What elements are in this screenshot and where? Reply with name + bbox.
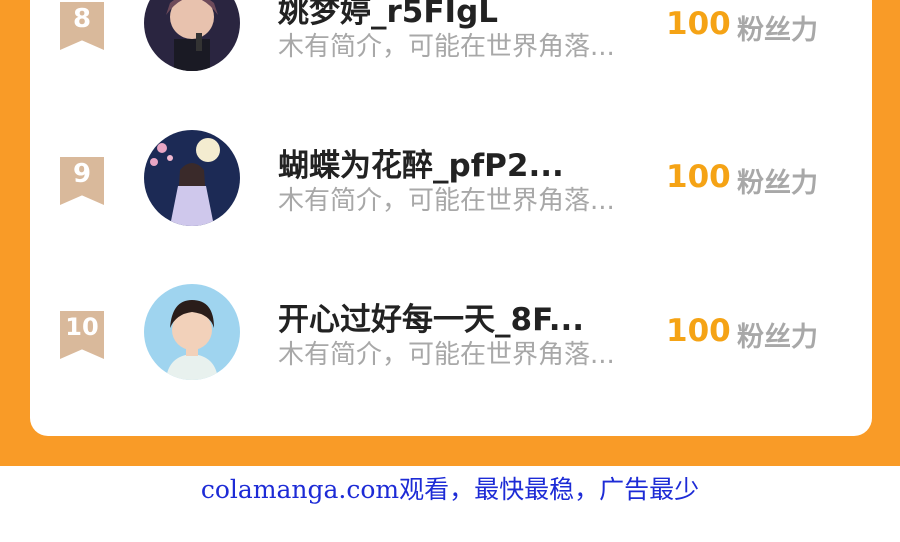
fan-points-label: 粉丝力 bbox=[737, 322, 818, 353]
avatar-image bbox=[144, 284, 240, 380]
avatar[interactable] bbox=[144, 130, 240, 226]
fan-points-label: 粉丝力 bbox=[737, 168, 818, 199]
rank-badge: 10 bbox=[60, 311, 104, 359]
leaderboard-row[interactable]: 10 开心过好每一天_8F... 木有简介，可能在世界角落... 100 粉丝力 bbox=[30, 284, 872, 394]
rank-number: 9 bbox=[72, 159, 92, 189]
user-name[interactable]: 开心过好每一天_8F... bbox=[278, 294, 584, 339]
rank-number: 8 bbox=[72, 4, 92, 34]
fan-points-value: 100 bbox=[666, 313, 731, 349]
user-bio: 木有简介，可能在世界角落... bbox=[278, 340, 615, 370]
fan-points-label: 粉丝力 bbox=[737, 15, 818, 46]
avatar[interactable] bbox=[144, 284, 240, 380]
watermark-text: colamanga.com观看，最快最稳，广告最少 bbox=[200, 475, 700, 504]
user-bio: 木有简介，可能在世界角落... bbox=[278, 32, 615, 62]
leaderboard-row[interactable]: 8 姚梦婷_r5FIgL 木有简介，可能在世界角落... 100 粉丝力 bbox=[30, 0, 872, 90]
fan-points-value: 100 bbox=[666, 6, 731, 42]
fan-points-value: 100 bbox=[666, 159, 731, 195]
rank-badge: 8 bbox=[60, 2, 104, 50]
avatar-image bbox=[144, 0, 240, 71]
avatar[interactable] bbox=[144, 0, 240, 71]
rank-badge: 9 bbox=[60, 157, 104, 205]
user-name[interactable]: 蝴蝶为花醉_pfP2... bbox=[278, 140, 564, 185]
rank-number: 10 bbox=[65, 313, 99, 341]
leaderboard-card: 8 姚梦婷_r5FIgL 木有简介，可能在世界角落... 100 粉丝力 9 蝴… bbox=[30, 0, 872, 436]
footer: colamanga.com观看，最快最稳，广告最少 bbox=[0, 466, 900, 542]
leaderboard-row[interactable]: 9 蝴蝶为花醉_pfP2... 木有简介，可能在世界角落... 100 粉丝力 bbox=[30, 130, 872, 240]
user-bio: 木有简介，可能在世界角落... bbox=[278, 186, 615, 216]
avatar-image bbox=[144, 130, 240, 226]
